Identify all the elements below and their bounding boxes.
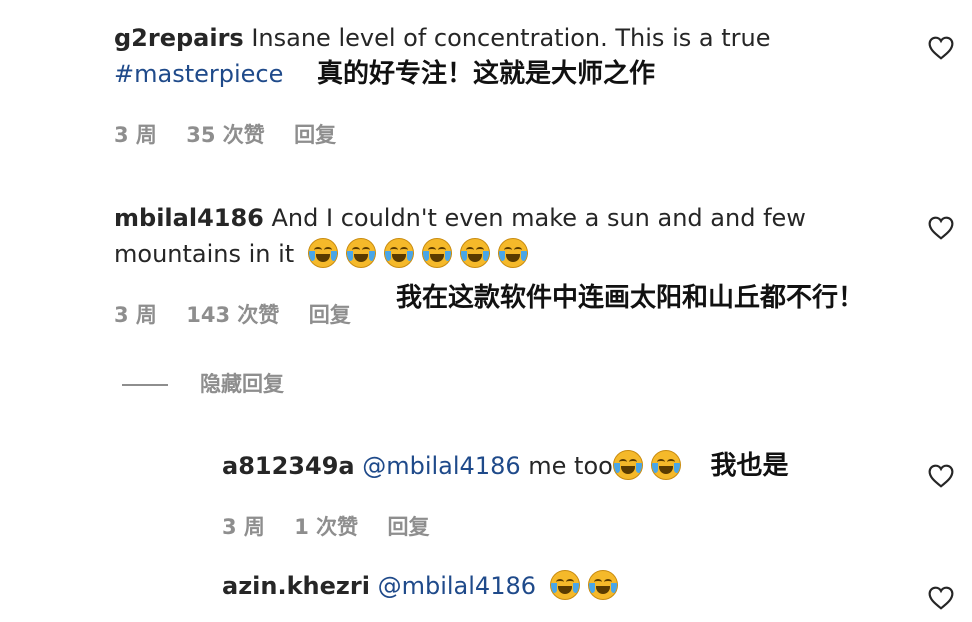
reply-1-translation: 我也是 bbox=[710, 451, 789, 481]
reply-1-like-button[interactable] bbox=[928, 464, 954, 488]
reply-2-mention[interactable]: @mbilal4186 bbox=[378, 572, 536, 600]
comment-2-reply-button[interactable]: 回复 bbox=[309, 303, 351, 327]
comment-1-username[interactable]: g2repairs bbox=[114, 24, 244, 52]
reply-1-likes[interactable]: 1 次赞 bbox=[294, 515, 358, 539]
reply-1-username[interactable]: a812349a bbox=[222, 452, 355, 480]
reply-2-username[interactable]: azin.khezri bbox=[222, 572, 370, 600]
tears-of-joy-emoji-icon bbox=[612, 450, 643, 480]
heart-outline-icon bbox=[928, 464, 954, 488]
comment-2-username[interactable]: mbilal4186 bbox=[114, 204, 264, 232]
tears-of-joy-emoji-icon bbox=[459, 238, 490, 268]
reply-2-emojis bbox=[549, 570, 626, 600]
comment-2-translation: 我在这款软件中连画太阳和山丘都不行！ bbox=[396, 283, 865, 313]
comment-1-like-button[interactable] bbox=[928, 36, 954, 60]
tears-of-joy-emoji-icon bbox=[549, 570, 580, 600]
tears-of-joy-emoji-icon bbox=[497, 238, 528, 268]
tears-of-joy-emoji-icon bbox=[383, 238, 414, 268]
comment-1-meta: 3 周 35 次赞 回复 bbox=[114, 120, 358, 150]
reply-1-body: a812349a @mbilal4186 me too 我也是 bbox=[222, 448, 788, 484]
reply-1-meta: 3 周 1 次赞 回复 bbox=[222, 512, 452, 542]
comment-1-time: 3 周 bbox=[114, 123, 157, 147]
comment-1-reply-button[interactable]: 回复 bbox=[294, 123, 336, 147]
comment-2-meta: 3 周 143 次赞 回复 bbox=[114, 300, 373, 330]
comment-1-hashtag[interactable]: #masterpiece bbox=[114, 60, 283, 88]
tears-of-joy-emoji-icon bbox=[587, 570, 618, 600]
comment-1-body: g2repairs Insane level of concentration.… bbox=[114, 20, 770, 56]
comment-2-text-cont: mountains in it bbox=[114, 240, 295, 268]
reply-2-like-button[interactable] bbox=[928, 586, 954, 610]
comment-2-body: mbilal4186 And I couldn't even make a su… bbox=[114, 200, 806, 236]
reply-1-mention[interactable]: @mbilal4186 bbox=[362, 452, 520, 480]
tears-of-joy-emoji-icon bbox=[307, 238, 338, 268]
tears-of-joy-emoji-icon bbox=[421, 238, 452, 268]
heart-outline-icon bbox=[928, 216, 954, 240]
comment-2-line2: mountains in it bbox=[114, 236, 536, 272]
comment-1-translation: 真的好专注！这就是大师之作 bbox=[317, 59, 656, 89]
comment-1-likes[interactable]: 35 次赞 bbox=[186, 123, 265, 147]
comment-2-likes[interactable]: 143 次赞 bbox=[186, 303, 279, 327]
heart-outline-icon bbox=[928, 586, 954, 610]
reply-1-reply-button[interactable]: 回复 bbox=[388, 515, 430, 539]
tears-of-joy-emoji-icon bbox=[345, 238, 376, 268]
heart-outline-icon bbox=[928, 36, 954, 60]
reply-2-body: azin.khezri @mbilal4186 bbox=[222, 568, 626, 604]
comment-2-time: 3 周 bbox=[114, 303, 157, 327]
reply-1-emojis bbox=[612, 450, 689, 480]
reply-1-time: 3 周 bbox=[222, 515, 265, 539]
tears-of-joy-emoji-icon bbox=[650, 450, 681, 480]
comment-2-text: And I couldn't even make a sun and and f… bbox=[263, 204, 806, 232]
comment-1-line2: #masterpiece 真的好专注！这就是大师之作 bbox=[114, 56, 655, 92]
hide-replies-divider bbox=[122, 384, 168, 386]
reply-1-text: me too bbox=[520, 452, 613, 480]
hide-replies-button[interactable]: 隐藏回复 bbox=[200, 369, 284, 399]
comment-2-emojis bbox=[307, 238, 536, 268]
comment-1-text: Insane level of concentration. This is a… bbox=[243, 24, 771, 52]
comment-2-like-button[interactable] bbox=[928, 216, 954, 240]
